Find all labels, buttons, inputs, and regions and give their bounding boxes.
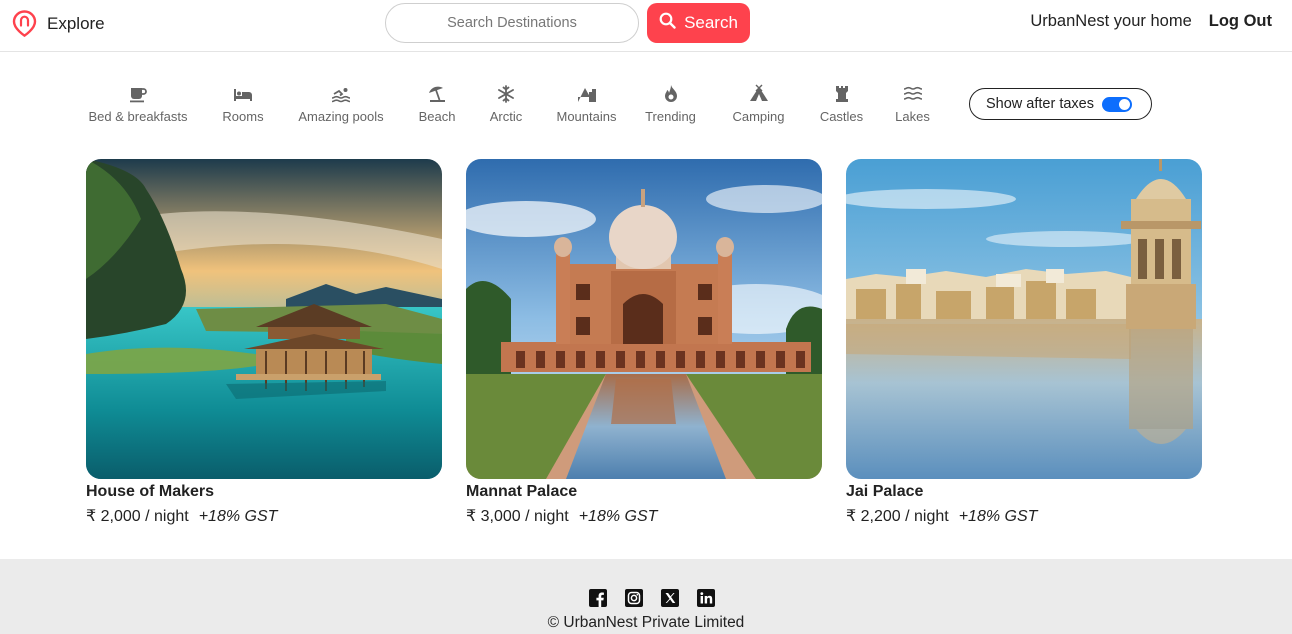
mug-icon (128, 84, 148, 109)
filter-castles[interactable]: Castles (818, 84, 865, 124)
listing-tax: +18% GST (958, 508, 1038, 525)
listing-price: ₹ 2,000 / night (86, 508, 189, 525)
filter-rooms[interactable]: Rooms (190, 84, 296, 124)
filter-label: Lakes (895, 109, 930, 124)
tax-toggle-label: Show after taxes (986, 96, 1094, 112)
search-button[interactable]: Search (647, 3, 750, 43)
umbrella-beach-icon (427, 84, 447, 109)
filter-trending[interactable]: Trending (644, 84, 697, 124)
search-icon (659, 12, 676, 34)
bed-icon (233, 84, 253, 109)
listing-price-row: ₹ 2,000 / night +18% GST (86, 506, 442, 526)
listing-price: ₹ 2,200 / night (846, 508, 949, 525)
filter-amazing-pools[interactable]: Amazing pools (296, 84, 386, 124)
search-button-label: Search (684, 13, 738, 32)
instagram-icon[interactable] (625, 589, 643, 607)
filter-label: Arctic (489, 109, 523, 124)
logout-link[interactable]: Log Out (1209, 12, 1272, 31)
listing-tax: +18% GST (578, 508, 658, 525)
water-icon (903, 84, 923, 109)
filter-lakes[interactable]: Lakes (894, 84, 931, 124)
search-input[interactable] (385, 3, 639, 43)
campground-icon (749, 84, 769, 109)
listing-card[interactable]: House of Makers ₹ 2,000 / night +18% GST (86, 159, 442, 526)
filter-arctic[interactable]: Arctic (488, 84, 524, 124)
listing-price-row: ₹ 2,200 / night +18% GST (846, 506, 1202, 526)
filter-camping[interactable]: Camping (730, 84, 787, 124)
listing-title: Jai Palace (846, 483, 924, 500)
footer: © UrbanNest Private Limited (0, 559, 1292, 634)
chess-rook-icon (832, 84, 852, 109)
listing-card[interactable]: Mannat Palace ₹ 3,000 / night +18% GST (466, 159, 822, 526)
copyright-text: © UrbanNest Private Limited (547, 614, 745, 631)
tax-toggle-switch[interactable] (1102, 96, 1132, 112)
listing-image (466, 159, 822, 479)
filter-label: Bed & breakfasts (88, 109, 188, 124)
map-pin-logo-icon (12, 10, 37, 37)
x-twitter-icon[interactable] (661, 589, 679, 607)
navbar: Explore Search UrbanNest your home Log O… (0, 0, 1292, 52)
listing-card[interactable]: Jai Palace ₹ 2,200 / night +18% GST (846, 159, 1202, 526)
filter-bar: Bed & breakfasts Rooms Amazing pools Bea… (86, 84, 931, 128)
tax-toggle: Show after taxes (969, 88, 1152, 120)
swimmer-icon (331, 84, 351, 109)
home-link[interactable]: UrbanNest your home (1030, 12, 1191, 31)
listing-title: Mannat Palace (466, 483, 578, 500)
filter-label: Rooms (222, 109, 264, 124)
listing-title: House of Makers (86, 483, 215, 500)
filter-label: Trending (645, 109, 696, 124)
listing-tax: +18% GST (198, 508, 278, 525)
filter-mountains[interactable]: Mountains (555, 84, 618, 124)
listing-image (846, 159, 1202, 479)
fire-icon (661, 84, 681, 109)
nav-right: UrbanNest your home Log Out (1030, 12, 1272, 31)
linkedin-icon[interactable] (697, 589, 715, 607)
mountain-city-icon (577, 84, 597, 109)
filter-label: Amazing pools (298, 109, 384, 124)
facebook-icon[interactable] (589, 589, 607, 607)
filter-label: Castles (819, 109, 864, 124)
snowflake-icon (496, 84, 516, 109)
filter-label: Beach (418, 109, 456, 124)
filter-label: Camping (732, 109, 785, 124)
listing-price: ₹ 3,000 / night (466, 508, 569, 525)
filter-beach[interactable]: Beach (386, 84, 488, 124)
filter-label: Mountains (556, 109, 617, 124)
brand-label: Explore (47, 13, 105, 33)
filter-bed-and-breakfasts[interactable]: Bed & breakfasts (86, 84, 190, 124)
social-links (589, 589, 715, 607)
brand-link[interactable]: Explore (12, 10, 105, 37)
listing-price-row: ₹ 3,000 / night +18% GST (466, 506, 822, 526)
listing-image (86, 159, 442, 479)
